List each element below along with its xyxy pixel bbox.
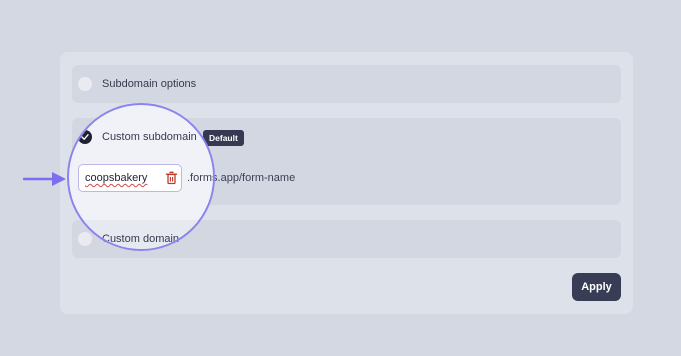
domain-suffix-zoomed: .forms.app/form-name (187, 172, 213, 184)
apply-button[interactable]: Apply (572, 273, 621, 301)
radio-subdomain-options[interactable] (78, 77, 92, 91)
subdomain-input[interactable]: coopsbakery (78, 164, 182, 192)
arrow-right-icon (23, 172, 66, 186)
subdomain-value[interactable]: coopsbakery (85, 172, 147, 184)
radio-custom-domain-zoomed (78, 232, 92, 246)
option-label-zoomed: Custom subdomain (102, 131, 197, 143)
trash-icon[interactable] (165, 171, 178, 185)
option-label-zoomed: Custom domain (102, 233, 180, 245)
check-icon (81, 134, 89, 140)
option-label: Subdomain options (102, 78, 197, 90)
magnifier-lens: Custom subdomain Custom domain .forms.ap… (67, 103, 215, 251)
radio-custom-subdomain[interactable] (78, 130, 92, 144)
